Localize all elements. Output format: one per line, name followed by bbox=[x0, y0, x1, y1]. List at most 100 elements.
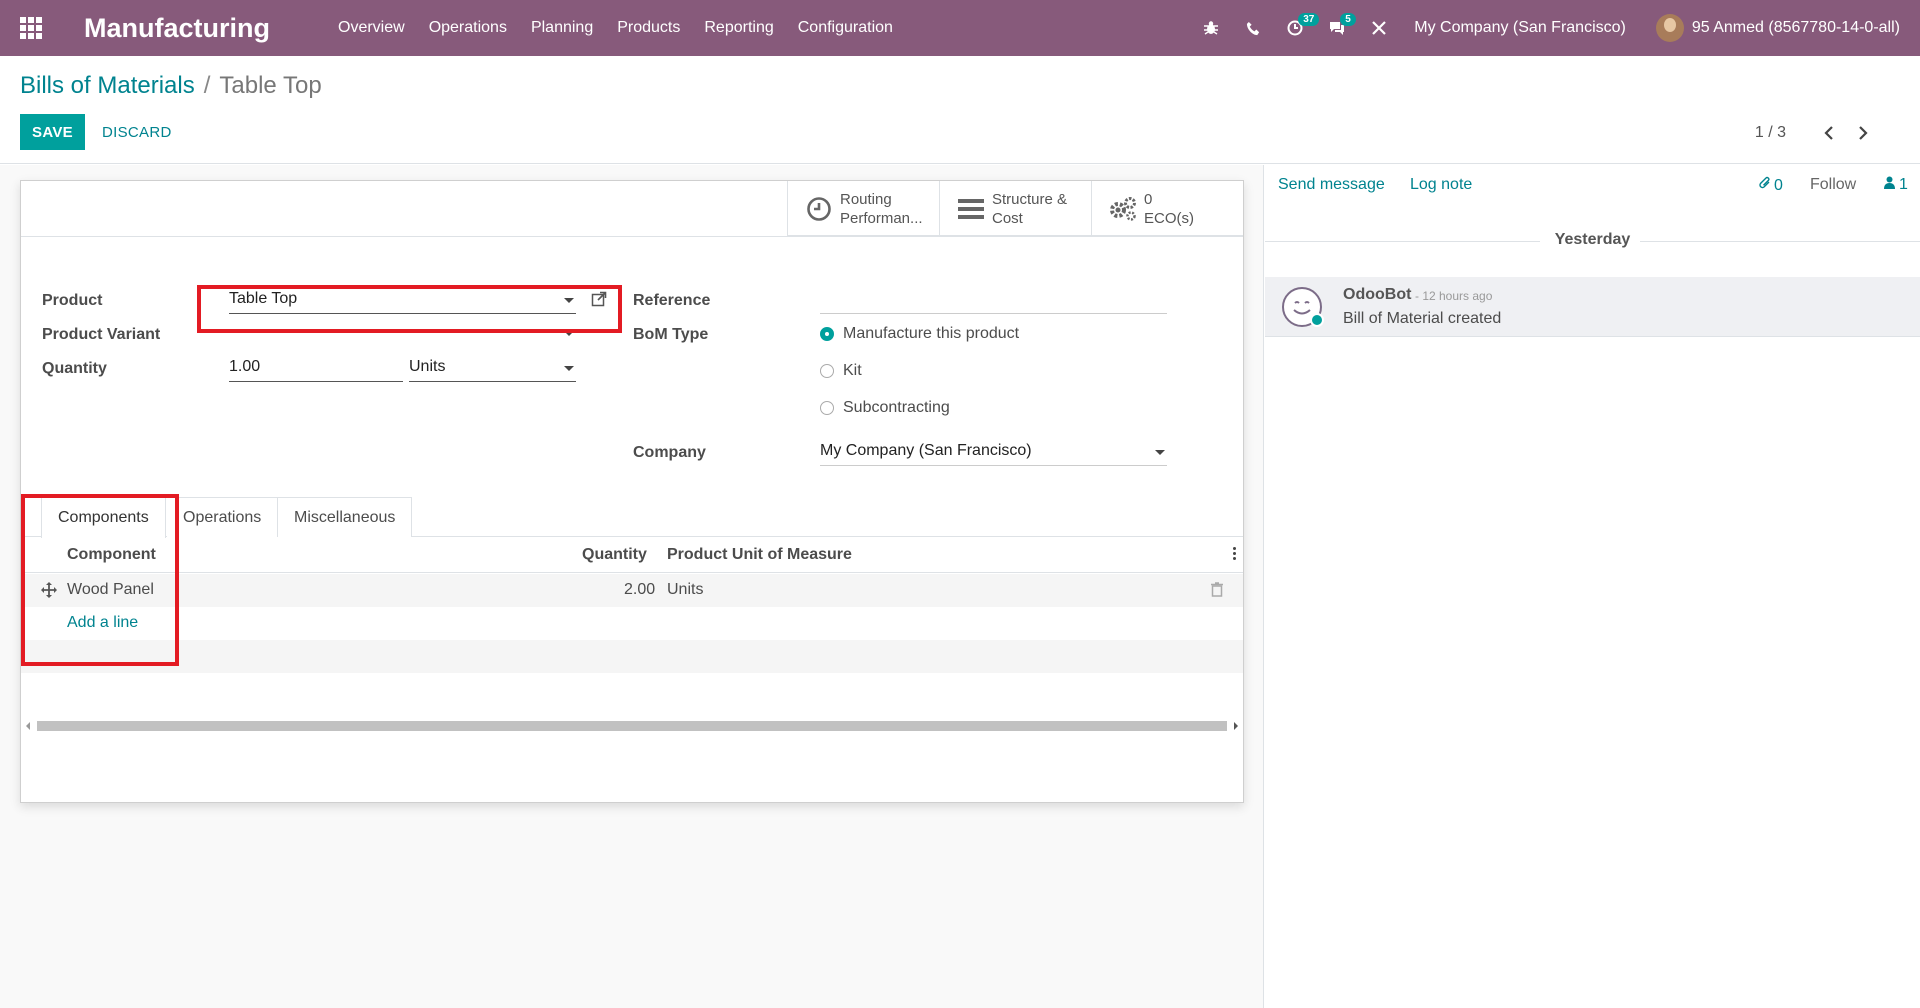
column-quantity[interactable]: Quantity bbox=[582, 546, 647, 564]
messages-count-badge: 5 bbox=[1340, 13, 1356, 26]
date-separator-label: Yesterday bbox=[1554, 231, 1631, 248]
apps-menu-icon[interactable] bbox=[0, 0, 62, 56]
notebook-tabs: Components Operations Miscellaneous bbox=[21, 497, 1243, 538]
components-highlight-box bbox=[21, 494, 179, 666]
user-name: 95 Anmed (8567780-14-0-all) bbox=[1691, 19, 1900, 36]
followers-button[interactable]: 1 bbox=[1884, 176, 1908, 194]
message-item: OdooBot - 12 hours ago Bill of Material … bbox=[1265, 277, 1920, 337]
attachments-button[interactable]: 0 bbox=[1759, 176, 1783, 195]
routing-performance-button[interactable]: Routing Performan... bbox=[787, 181, 939, 236]
attachments-count: 0 bbox=[1774, 176, 1783, 194]
company-value: My Company (San Francisco) bbox=[820, 442, 1032, 459]
components-table-header: Component Quantity Product Unit of Measu… bbox=[21, 537, 1243, 573]
top-navbar: Manufacturing Overview Operations Planni… bbox=[0, 0, 1920, 56]
menu-item-overview[interactable]: Overview bbox=[326, 19, 417, 37]
scroll-left-icon[interactable] bbox=[26, 722, 30, 730]
breadcrumb-bills-of-materials[interactable]: Bills of Materials bbox=[20, 72, 195, 100]
scrollbar-thumb[interactable] bbox=[37, 721, 1227, 731]
structure-label-1: Structure & bbox=[992, 190, 1068, 208]
bom-type-kit-radio[interactable]: Kit bbox=[820, 362, 862, 380]
scroll-right-icon[interactable] bbox=[1234, 722, 1238, 730]
routing-label-2: Performan... bbox=[840, 209, 923, 227]
bom-type-subcontracting-radio[interactable]: Subcontracting bbox=[820, 399, 950, 417]
company-label: Company bbox=[633, 444, 706, 461]
menu-item-operations[interactable]: Operations bbox=[417, 19, 519, 37]
quantity-label: Quantity bbox=[42, 360, 107, 377]
company-switcher[interactable]: My Company (San Francisco) bbox=[1414, 19, 1626, 37]
uom-select[interactable]: Units bbox=[409, 356, 576, 382]
eco-label: ECO(s) bbox=[1144, 209, 1194, 227]
table-row-empty bbox=[21, 673, 1243, 706]
menu-item-reporting[interactable]: Reporting bbox=[692, 19, 785, 37]
optional-columns-icon[interactable] bbox=[1233, 547, 1237, 562]
company-field[interactable]: My Company (San Francisco) bbox=[820, 440, 1167, 466]
messages-icon[interactable]: 5 bbox=[1316, 0, 1358, 56]
bom-type-label: BoM Type bbox=[633, 326, 709, 343]
app-title[interactable]: Manufacturing bbox=[84, 13, 270, 44]
company-dropdown-caret-icon[interactable] bbox=[1155, 450, 1165, 455]
bom-type-manufacture-radio[interactable]: Manufacture this product bbox=[820, 325, 1019, 343]
message-author[interactable]: OdooBot bbox=[1343, 286, 1411, 304]
eco-count: 0 bbox=[1144, 190, 1153, 208]
followers-count: 1 bbox=[1899, 176, 1908, 193]
eco-button[interactable]: 0 ECO(s) bbox=[1091, 181, 1243, 236]
product-highlight-box bbox=[197, 285, 622, 333]
tab-operations[interactable]: Operations bbox=[167, 497, 279, 537]
bom-type-option-label: Manufacture this product bbox=[843, 325, 1020, 342]
breadcrumb-current: Table Top bbox=[219, 72, 322, 99]
structure-cost-button[interactable]: Structure & Cost bbox=[939, 181, 1091, 236]
uom-dropdown-caret-icon[interactable] bbox=[564, 366, 574, 371]
column-uom[interactable]: Product Unit of Measure bbox=[667, 546, 852, 564]
add-line-row: Add a line bbox=[21, 607, 1243, 640]
radio-unchecked-icon bbox=[820, 364, 834, 378]
tab-miscellaneous[interactable]: Miscellaneous bbox=[277, 497, 413, 537]
smart-button-box: Routing Performan... Structure & Cost 0 ECO… bbox=[787, 181, 1243, 236]
message-time: - 12 hours ago bbox=[1415, 289, 1493, 303]
form-sheet: Routing Performan... Structure & Cost 0 ECO… bbox=[20, 180, 1244, 803]
menu-item-planning[interactable]: Planning bbox=[519, 19, 605, 37]
message-body: Bill of Material created bbox=[1343, 310, 1502, 327]
send-message-button[interactable]: Send message bbox=[1278, 176, 1385, 194]
follow-button[interactable]: Follow bbox=[1810, 176, 1856, 194]
menu-item-products[interactable]: Products bbox=[605, 19, 692, 37]
bom-type-option-label: Kit bbox=[843, 362, 862, 379]
pager-previous-icon[interactable] bbox=[1812, 119, 1846, 147]
row-uom: Units bbox=[667, 581, 704, 598]
reference-label: Reference bbox=[633, 292, 711, 309]
phone-icon[interactable] bbox=[1232, 0, 1274, 56]
menu-item-configuration[interactable]: Configuration bbox=[786, 19, 905, 37]
save-button[interactable]: SAVE bbox=[20, 114, 85, 150]
main-menu: Overview Operations Planning Products Re… bbox=[326, 19, 905, 37]
activity-clock-icon[interactable]: 37 bbox=[1274, 0, 1320, 56]
chatter-topbar: Send message Log note 0 Follow 1 bbox=[1265, 165, 1920, 205]
pager: 1 / 3 bbox=[1755, 119, 1880, 147]
quantity-field[interactable]: 1.00 bbox=[229, 356, 403, 382]
quantity-value: 1.00 bbox=[229, 358, 261, 375]
log-note-button[interactable]: Log note bbox=[1410, 176, 1472, 194]
tools-icon[interactable] bbox=[1358, 0, 1400, 56]
structure-label-2: Cost bbox=[992, 209, 1023, 227]
pager-next-icon[interactable] bbox=[1846, 119, 1880, 147]
clock-icon bbox=[804, 196, 834, 222]
gears-icon bbox=[1108, 196, 1138, 222]
routing-label-1: Routing bbox=[840, 190, 892, 208]
bom-type-option-label: Subcontracting bbox=[843, 399, 950, 416]
paperclip-icon bbox=[1759, 176, 1771, 195]
row-quantity: 2.00 bbox=[624, 581, 656, 598]
bug-icon[interactable] bbox=[1190, 0, 1232, 56]
user-avatar bbox=[1655, 14, 1684, 42]
horizontal-scrollbar[interactable] bbox=[21, 718, 1243, 732]
radio-unchecked-icon bbox=[820, 401, 834, 415]
table-row[interactable]: Wood Panel 2.00 Units bbox=[21, 574, 1243, 607]
pager-value[interactable]: 1 / 3 bbox=[1755, 124, 1786, 142]
systray: 37 5 My Company (San Francisco) 95 Anmed… bbox=[1190, 0, 1900, 56]
discard-button[interactable]: DISCARD bbox=[90, 114, 184, 150]
trash-icon[interactable] bbox=[1211, 582, 1223, 602]
user-menu[interactable]: 95 Anmed (8567780-14-0-all) bbox=[1655, 14, 1900, 42]
reference-field[interactable] bbox=[820, 288, 1167, 314]
breadcrumb: Bills of Materials / Table Top bbox=[20, 72, 322, 100]
user-icon bbox=[1884, 176, 1895, 194]
product-variant-label: Product Variant bbox=[42, 326, 161, 343]
date-separator: Yesterday bbox=[1265, 231, 1920, 251]
radio-checked-icon bbox=[820, 327, 834, 341]
